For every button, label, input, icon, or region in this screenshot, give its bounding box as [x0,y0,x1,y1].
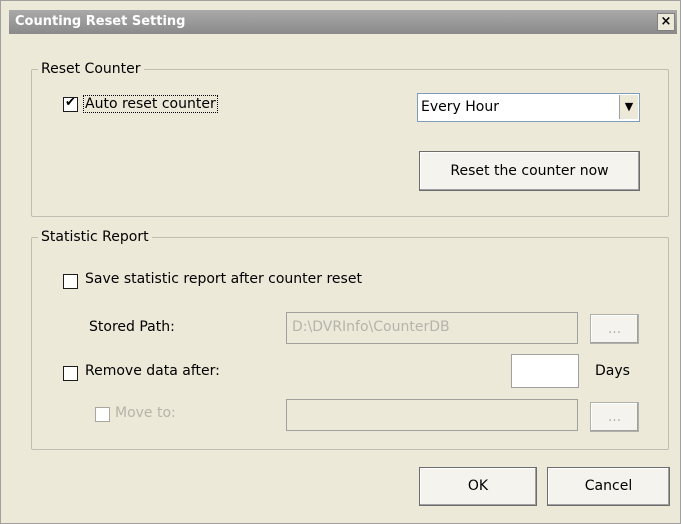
move-browse-label: ... [607,409,622,425]
close-button[interactable]: × [657,13,675,31]
auto-reset-checkbox[interactable]: ✔ [63,95,78,112]
statistic-report-legend: Statistic Report [38,229,152,245]
dialog-title: Counting Reset Setting [15,14,186,29]
reset-now-button[interactable]: Reset the counter now [419,151,640,191]
remove-data-label[interactable]: Remove data after: [85,363,220,379]
title-bar[interactable]: Counting Reset Setting × [9,10,677,34]
save-report-label[interactable]: Save statistic report after counter rese… [85,271,362,287]
check-icon: ✔ [65,95,76,110]
remove-data-checkbox[interactable] [63,366,78,381]
cancel-button[interactable]: Cancel [547,467,670,506]
move-to-checkbox [95,407,110,422]
stored-path-field: D:\DVRInfo\CounterDB [286,312,578,344]
reset-counter-legend: Reset Counter [38,61,144,77]
counting-reset-dialog: Counting Reset Setting × Reset Counter ✔… [0,0,681,524]
ok-button[interactable]: OK [419,467,537,506]
days-input[interactable] [511,354,579,388]
close-icon: × [660,14,672,29]
cancel-label: Cancel [584,478,633,494]
reset-interval-value: Every Hour [421,99,499,115]
days-unit-label: Days [595,363,630,379]
reset-counter-group: Reset Counter [31,61,669,217]
stored-path-label: Stored Path: [89,319,175,335]
move-to-browse-button: ... [590,402,639,432]
stored-path-browse-button: ... [590,314,639,344]
save-report-checkbox[interactable] [63,274,78,289]
chevron-down-icon[interactable]: ▼ [619,95,638,119]
reset-now-label: Reset the counter now [450,163,609,179]
move-to-field [286,399,578,431]
reset-interval-select[interactable]: Every Hour ▼ [417,93,640,122]
stored-path-value: D:\DVRInfo\CounterDB [292,319,450,335]
browse-label: ... [607,321,622,337]
ok-label: OK [467,478,489,494]
auto-reset-label[interactable]: Auto reset counter [83,95,218,113]
move-to-label: Move to: [115,405,176,421]
